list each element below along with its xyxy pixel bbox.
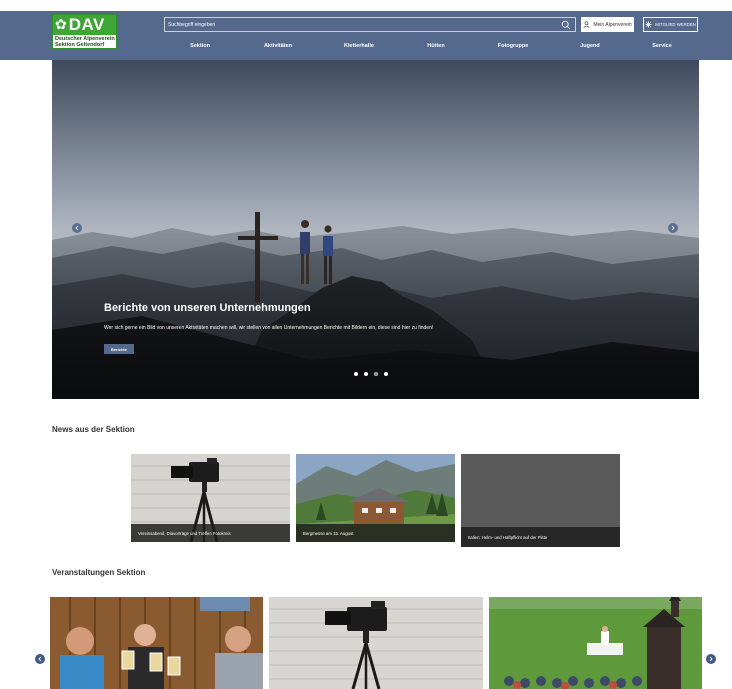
nav-item-aktivitaeten[interactable]: Aktivitäten — [264, 43, 292, 49]
nav-item-kletterhalle[interactable]: Kletterhalle — [344, 43, 374, 49]
slider-dots — [354, 372, 388, 376]
nav-item-jugend[interactable]: Jugend — [580, 43, 600, 49]
chevron-right-icon — [709, 656, 713, 662]
mountain-mass-image — [489, 597, 702, 689]
chevron-left-icon — [38, 656, 42, 662]
hero-slider: Berichte von unseren Unternehmungen Wer … — [52, 60, 699, 399]
hero-text: Wer sich gerne ein Bild von unseren Akti… — [104, 325, 434, 331]
login-button[interactable]: Mein Alpenverein — [581, 17, 634, 32]
events-prev-button[interactable] — [35, 654, 45, 664]
slider-dot-3[interactable] — [374, 372, 378, 376]
become-member-label: Mitglied werden — [655, 22, 696, 27]
search-box — [164, 17, 576, 32]
nav-item-huetten[interactable]: Hütten — [427, 43, 444, 49]
page: ✿ DAV Deutscher Alpenverein Sektion Gelt… — [0, 0, 732, 689]
hero-prev-button[interactable] — [72, 223, 82, 233]
news-heading: News aus der Sektion — [52, 425, 135, 434]
slider-dot-4[interactable] — [384, 372, 388, 376]
login-button-label: Mein Alpenverein — [593, 21, 632, 28]
news-card-caption: Vereinsabend, Diavorträge und Treffen Fo… — [131, 524, 290, 542]
nav-item-service[interactable]: Service — [652, 43, 672, 49]
news-card[interactable]: Vereinsabend, Diavorträge und Treffen Fo… — [131, 454, 290, 542]
header-top-strip — [0, 0, 732, 11]
slider-dot-2[interactable] — [364, 372, 368, 376]
logo-brand-block: ✿ DAV — [53, 15, 116, 35]
hero-title: Berichte von unseren Unternehmungen — [104, 302, 311, 314]
nav-item-sektion[interactable]: Sektion — [190, 43, 210, 49]
site-header: ✿ DAV Deutscher Alpenverein Sektion Gelt… — [0, 0, 732, 60]
edelweiss-icon: ✿ — [55, 17, 67, 33]
events-next-button[interactable] — [706, 654, 716, 664]
event-card[interactable] — [50, 597, 263, 689]
news-card[interactable]: Italien: Helm- und Haftpflicht auf der P… — [461, 454, 620, 547]
news-card-caption: Italien: Helm- und Haftpflicht auf der P… — [461, 527, 620, 547]
event-card[interactable] — [489, 597, 702, 689]
become-member-button[interactable]: Mitglied werden — [643, 17, 698, 32]
hero-reports-button[interactable]: Berichte — [104, 344, 134, 354]
nav-item-fotogruppe[interactable]: Fotogruppe — [498, 43, 529, 49]
search-input[interactable] — [168, 20, 548, 30]
camera-tripod-image — [269, 597, 483, 689]
event-card[interactable] — [269, 597, 483, 689]
user-icon — [583, 21, 590, 28]
search-icon[interactable] — [561, 20, 571, 30]
news-card[interactable]: Bergmesse am 15. August — [296, 454, 455, 542]
hero-mountain-image — [52, 60, 699, 399]
hero-next-button[interactable] — [668, 223, 678, 233]
edelweiss-small-icon — [645, 21, 652, 28]
people-toasting-image — [50, 597, 263, 689]
slider-dot-1[interactable] — [354, 372, 358, 376]
events-heading: Veranstaltungen Sektion — [52, 568, 146, 577]
chevron-right-icon — [671, 225, 675, 231]
main-nav: Sektion Aktivitäten Kletterhalle Hütten … — [0, 43, 732, 55]
chevron-left-icon — [75, 225, 79, 231]
news-card-caption: Bergmesse am 15. August — [296, 524, 455, 542]
logo-brand-text: DAV — [68, 15, 105, 34]
